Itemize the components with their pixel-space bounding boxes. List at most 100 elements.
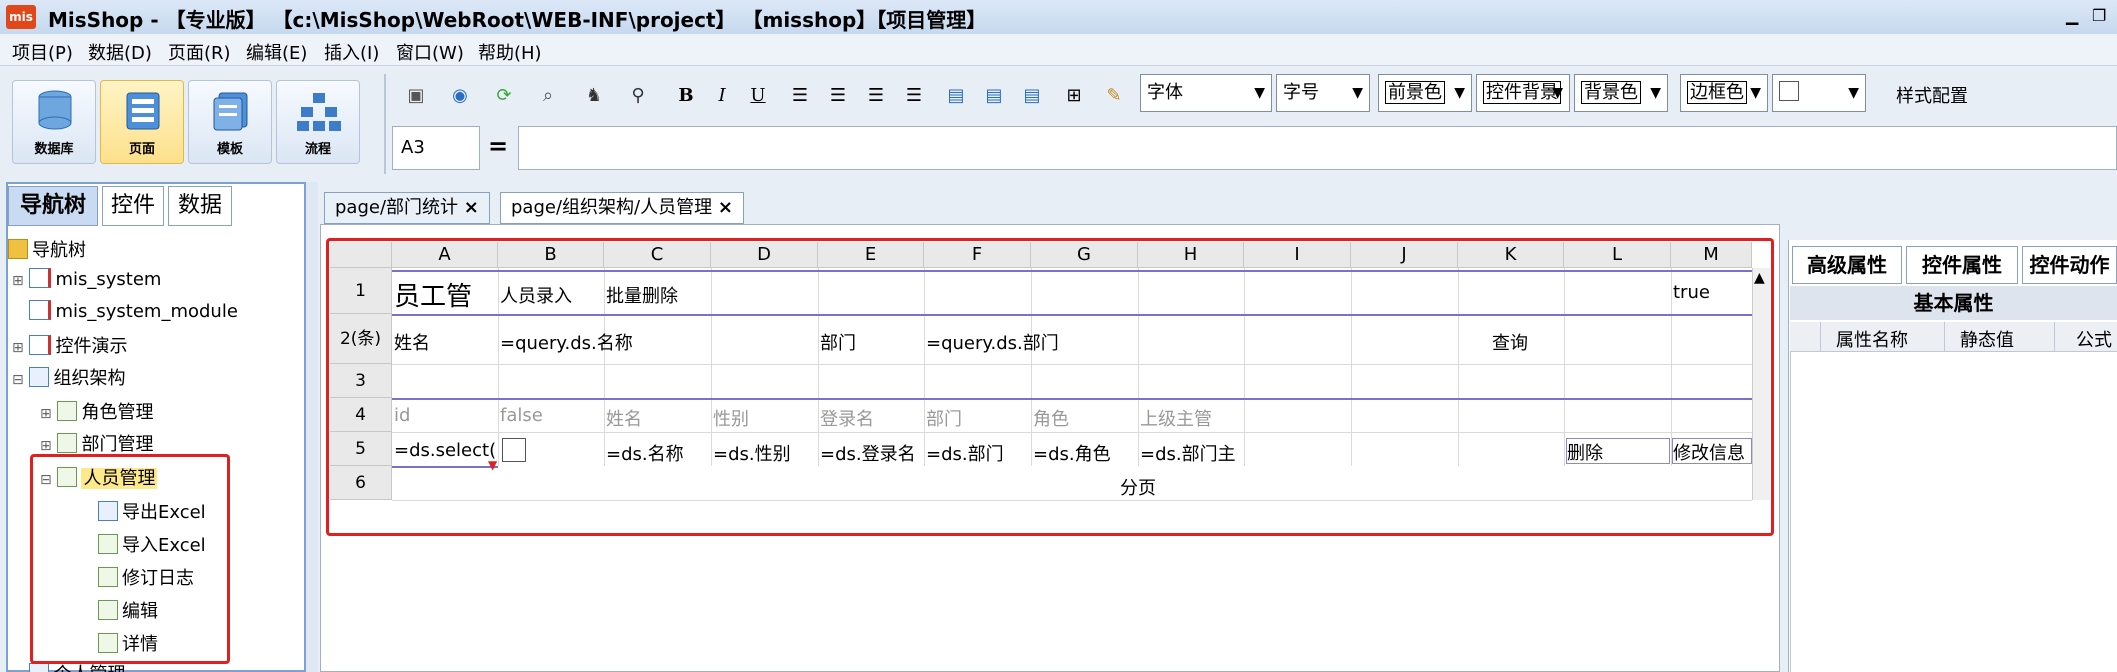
- tree-item-control-demo[interactable]: ⊞ 控件演示: [12, 332, 127, 358]
- divider: [1820, 322, 1821, 352]
- tree-item-mis-system[interactable]: ⊞ mis_system: [12, 268, 161, 290]
- find-icon[interactable]: ♞: [580, 82, 608, 110]
- minimize-button[interactable]: ▁: [2066, 6, 2078, 25]
- replace-icon[interactable]: ⚲: [624, 82, 652, 110]
- template-button-label: 模板: [216, 142, 243, 157]
- font-size-select-label: 字号: [1283, 82, 1319, 103]
- cell-reference-field[interactable]: A3: [392, 126, 480, 170]
- props-col-formula: 公式: [2076, 330, 2112, 351]
- menu-insert[interactable]: 插入(I): [324, 39, 379, 65]
- tab-staff-management[interactable]: page/组织架构/人员管理 ×: [500, 192, 744, 224]
- font-select[interactable]: 字体 ▼: [1140, 74, 1272, 112]
- expand-icon[interactable]: ⊞: [40, 438, 52, 454]
- italic-button[interactable]: I: [708, 82, 736, 110]
- chevron-down-icon: ▼: [1552, 85, 1563, 101]
- flow-button-label: 流程: [304, 142, 331, 157]
- tree-item-role-management[interactable]: ⊞ 角色管理: [40, 398, 153, 424]
- foreground-color-select[interactable]: 前景色 ▼: [1378, 74, 1472, 112]
- save-icon[interactable]: ▣: [402, 82, 430, 110]
- menu-help[interactable]: 帮助(H): [478, 39, 542, 65]
- menu-bar: 项目(P) 数据(D) 页面(R) 编辑(E) 插入(I) 窗口(W) 帮助(H…: [0, 34, 2117, 66]
- document-icon: [57, 433, 78, 453]
- border-color-label: 边框色: [1687, 81, 1747, 104]
- font-size-select[interactable]: 字号 ▼: [1276, 74, 1370, 112]
- tree-item-department-management[interactable]: ⊞ 部门管理: [40, 430, 153, 456]
- valign-top-icon[interactable]: ▤: [942, 82, 970, 110]
- database-icon: [38, 90, 72, 130]
- flow-icon: [297, 93, 341, 131]
- app-logo-icon: mis: [6, 5, 36, 29]
- tree-item-mis-system-module[interactable]: ⊞ mis_system_module: [12, 300, 238, 322]
- tree-label: mis_system_module: [55, 301, 238, 322]
- align-center-icon[interactable]: ☰: [824, 82, 852, 110]
- control-background-select[interactable]: 控件背景 ▼: [1476, 74, 1570, 112]
- valign-bottom-icon[interactable]: ▤: [1018, 82, 1046, 110]
- collapse-icon[interactable]: ⊟: [12, 372, 24, 388]
- toolbar-divider: [384, 74, 386, 174]
- menu-edit[interactable]: 编辑(E): [246, 39, 307, 65]
- divider: [1790, 352, 1791, 672]
- tree-label: 导航树: [32, 240, 86, 261]
- tab-label: page/组织架构/人员管理: [511, 197, 713, 218]
- refresh-icon[interactable]: ⟳: [490, 82, 518, 110]
- tree-item-org-structure[interactable]: ⊟ 组织架构: [12, 364, 125, 390]
- valign-middle-icon[interactable]: ▤: [980, 82, 1008, 110]
- font-select-label: 字体: [1147, 82, 1183, 103]
- title-bar: mis MisShop - 【专业版】 【c:\MisShop\WebRoot\…: [0, 0, 2117, 34]
- tree-label: 部门管理: [81, 434, 154, 455]
- background-color-label: 背景色: [1581, 81, 1641, 104]
- background-color-select[interactable]: 背景色 ▼: [1574, 74, 1668, 112]
- border-color-select[interactable]: 边框色 ▼: [1680, 74, 1768, 112]
- highlight-box-grid: [326, 238, 1774, 536]
- tree-label: 个人管理: [53, 664, 125, 672]
- table-icon: [29, 663, 50, 672]
- tab-control-props[interactable]: 控件属性: [1906, 246, 2018, 284]
- style-config-button[interactable]: 样式配置: [1896, 82, 1968, 108]
- bold-button[interactable]: B: [672, 82, 700, 110]
- expand-icon[interactable]: ⊞: [12, 340, 24, 356]
- formula-input[interactable]: [518, 126, 2117, 170]
- folder-icon: [8, 239, 28, 259]
- tab-nav-tree[interactable]: 导航树: [8, 186, 98, 226]
- close-icon[interactable]: ×: [718, 197, 733, 218]
- tab-dept-stats[interactable]: page/部门统计 ×: [324, 192, 490, 224]
- merge-cells-icon[interactable]: ⊞: [1060, 82, 1088, 110]
- tree-root[interactable]: 导航树: [8, 236, 86, 262]
- document-icon: [57, 401, 78, 421]
- menu-data[interactable]: 数据(D): [88, 39, 152, 65]
- print-preview-icon[interactable]: ⌕: [534, 82, 562, 110]
- formula-equals-label: =: [488, 132, 509, 160]
- tree-label: 角色管理: [81, 402, 154, 423]
- template-button[interactable]: 模板: [188, 80, 272, 164]
- preview-icon[interactable]: ◉: [446, 82, 474, 110]
- menu-window[interactable]: 窗口(W): [396, 39, 464, 65]
- expand-icon[interactable]: ⊞: [12, 273, 24, 289]
- divider: [2054, 322, 2055, 352]
- highlight-box-tree: [30, 454, 230, 664]
- tab-advanced-props[interactable]: 高级属性: [1792, 246, 1902, 284]
- tab-controls[interactable]: 控件: [102, 186, 164, 226]
- splitter[interactable]: [306, 182, 318, 672]
- flow-button[interactable]: 流程: [276, 80, 360, 164]
- underline-button[interactable]: U: [744, 82, 772, 110]
- menu-project[interactable]: 项目(P): [12, 39, 73, 65]
- tab-data[interactable]: 数据: [168, 186, 232, 226]
- database-button-label: 数据库: [34, 142, 74, 157]
- align-justify-icon[interactable]: ☰: [900, 82, 928, 110]
- page-icon: [126, 92, 160, 130]
- close-icon[interactable]: ×: [464, 197, 479, 218]
- page-button[interactable]: 页面: [100, 80, 184, 164]
- tab-control-actions[interactable]: 控件动作: [2022, 246, 2117, 284]
- format-brush-icon[interactable]: ✎: [1100, 82, 1128, 110]
- chevron-down-icon: ▼: [1750, 85, 1761, 101]
- page-edit-icon: [29, 335, 52, 355]
- database-button[interactable]: 数据库: [12, 80, 96, 164]
- menu-page[interactable]: 页面(R): [168, 39, 231, 65]
- expand-icon[interactable]: ⊞: [40, 406, 52, 422]
- restore-button[interactable]: ❐: [2092, 6, 2106, 25]
- border-style-select[interactable]: ▼: [1772, 74, 1866, 112]
- page-edit-icon: [29, 268, 52, 288]
- align-right-icon[interactable]: ☰: [862, 82, 890, 110]
- align-left-icon[interactable]: ☰: [786, 82, 814, 110]
- tree-label: 组织架构: [53, 368, 126, 389]
